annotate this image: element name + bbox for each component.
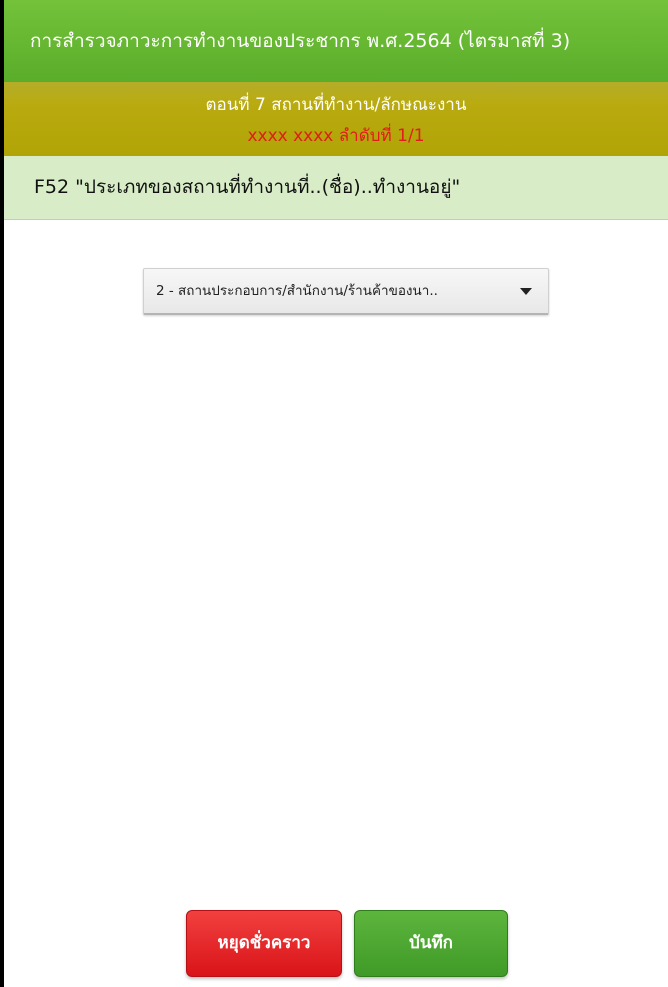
- question-text: F52 "ประเภทของสถานที่ทำงานที่..(ชื่อ)..ท…: [34, 176, 461, 198]
- workplace-type-dropdown[interactable]: 2 - สถานประกอบการ/สำนักงาน/ร้านค้าของนา.…: [143, 268, 549, 315]
- caret-down-icon: [520, 288, 532, 295]
- save-button-label: บันทึก: [409, 933, 453, 953]
- app-title-bar: การสำรวจภาวะการทำงานของประชากร พ.ศ.2564 …: [4, 0, 668, 82]
- app-title: การสำรวจภาวะการทำงานของประชากร พ.ศ.2564 …: [30, 30, 571, 52]
- section-header: ตอนที่ 7 สถานที่ทำงาน/ลักษณะงาน xxxx xxx…: [4, 82, 668, 156]
- respondent-sequence: xxxx xxxx ลำดับที่ 1/1: [247, 126, 425, 146]
- section-title: ตอนที่ 7 สถานที่ทำงาน/ลักษณะงาน: [205, 95, 467, 115]
- dropdown-selected-value: 2 - สถานประกอบการ/สำนักงาน/ร้านค้าของนา.…: [156, 283, 438, 299]
- pause-button[interactable]: หยุดชั่วคราว: [186, 910, 342, 977]
- save-button[interactable]: บันทึก: [354, 910, 508, 977]
- question-bar: F52 "ประเภทของสถานที่ทำงานที่..(ชื่อ)..ท…: [4, 156, 668, 220]
- pause-button-label: หยุดชั่วคราว: [217, 933, 311, 953]
- survey-screen: การสำรวจภาวะการทำงานของประชากร พ.ศ.2564 …: [0, 0, 668, 987]
